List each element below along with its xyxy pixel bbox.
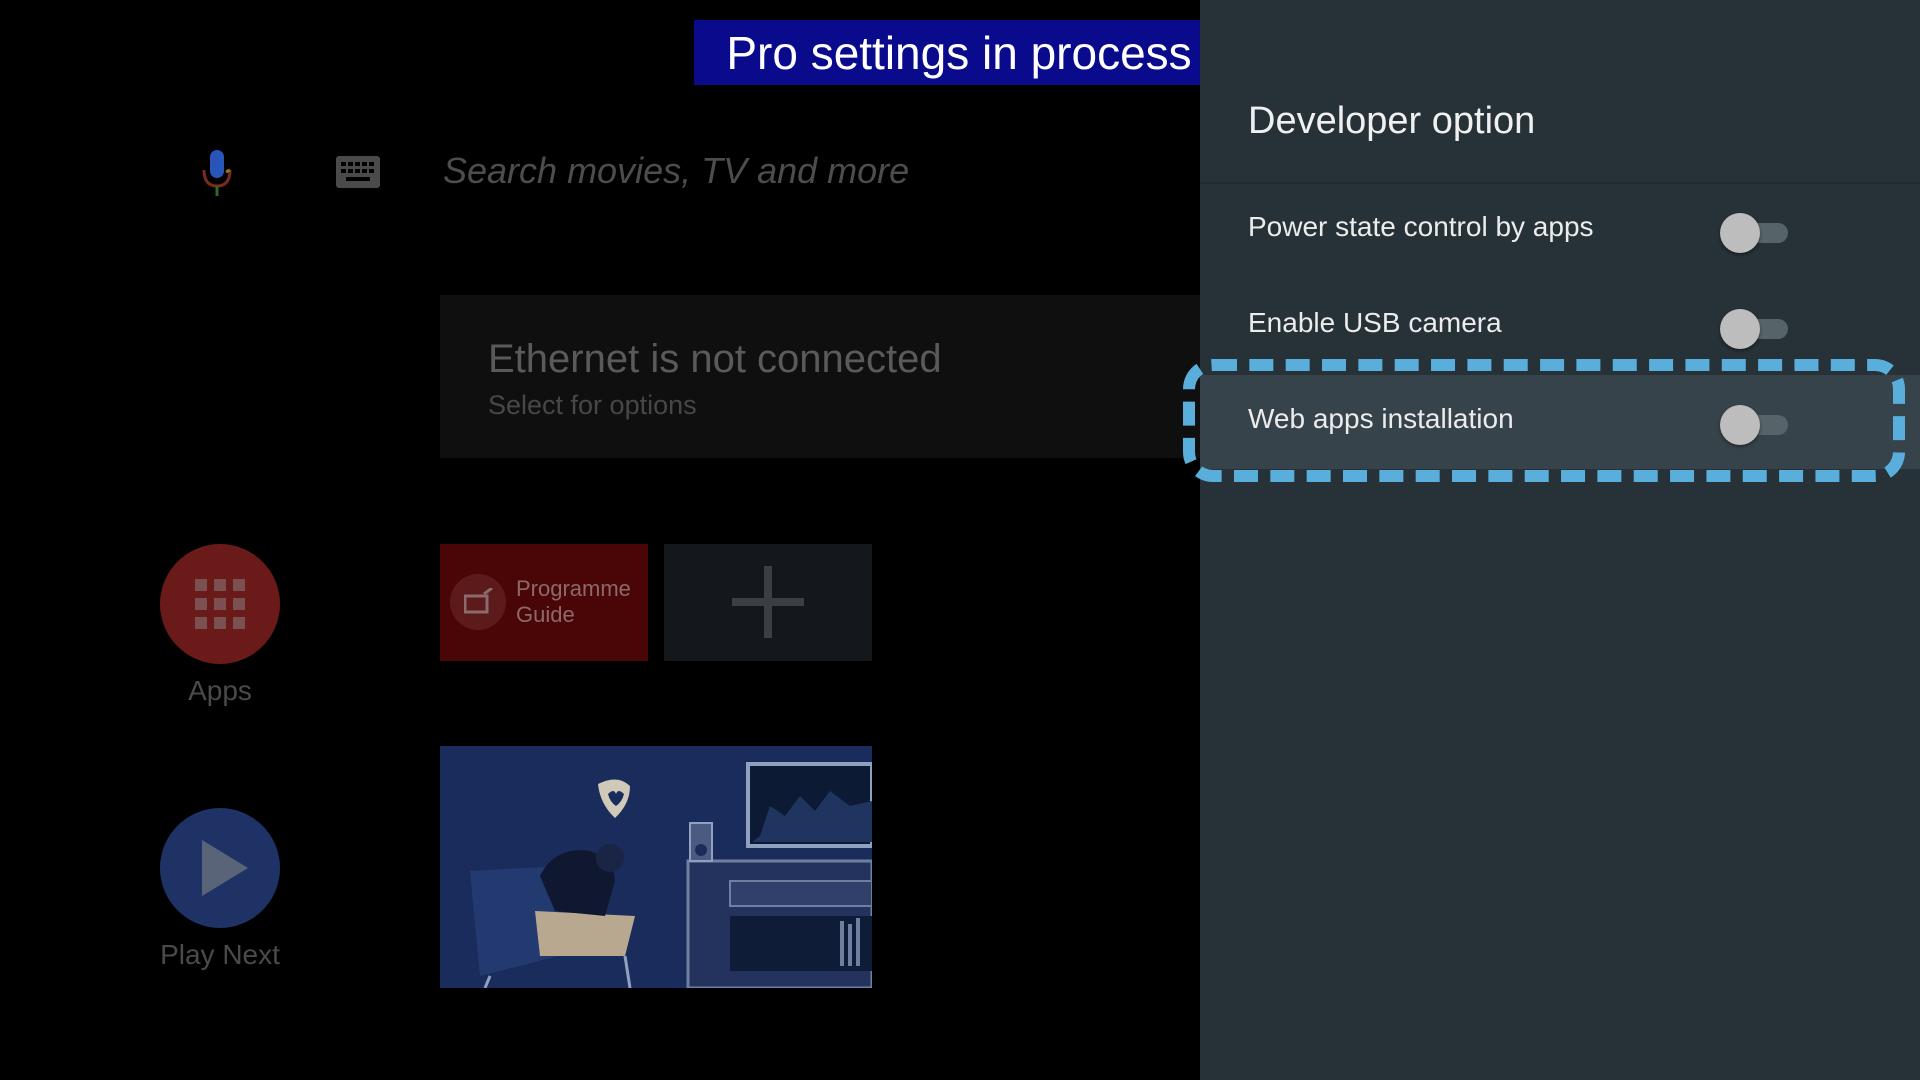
option-label: Power state control by apps	[1248, 211, 1594, 242]
mic-icon[interactable]	[200, 148, 234, 198]
toggle-thumb	[1720, 213, 1760, 253]
programme-guide-tile[interactable]: Programme Guide	[440, 544, 648, 661]
panel-header: Developer option	[1200, 0, 1920, 184]
search-input[interactable]: Search movies, TV and more	[443, 150, 909, 192]
play-next-label: Play Next	[160, 939, 280, 970]
plus-icon	[732, 566, 804, 638]
apps-button[interactable]	[160, 544, 280, 664]
developer-options-panel: Developer option Power state control by …	[1200, 0, 1920, 1080]
status-banner: Pro settings in process	[694, 20, 1224, 85]
keyboard-icon[interactable]	[336, 156, 380, 188]
usb-camera-toggle[interactable]	[1720, 309, 1790, 349]
programme-guide-label: Programme Guide	[516, 576, 631, 627]
ethernet-title: Ethernet is not connected	[488, 337, 942, 381]
option-power-state-control[interactable]: Power state control by apps	[1200, 183, 1920, 277]
home-screen: Search movies, TV and more Ethernet is n…	[0, 0, 1200, 1080]
content-preview-tile[interactable]	[440, 746, 872, 988]
focus-highlight-outline	[1183, 359, 1905, 482]
power-state-toggle[interactable]	[1720, 213, 1790, 253]
banner-text: Pro settings in process	[726, 26, 1192, 79]
panel-title: Developer option	[1248, 100, 1536, 142]
apps-label: Apps	[188, 675, 252, 706]
apps-grid-icon	[195, 579, 245, 629]
play-next-button[interactable]	[160, 808, 280, 928]
add-channel-tile[interactable]	[664, 544, 872, 661]
ethernet-subtitle: Select for options	[488, 390, 697, 420]
ethernet-status-card[interactable]: Ethernet is not connected Select for opt…	[440, 295, 1200, 458]
toggle-thumb	[1720, 309, 1760, 349]
living-room-illustration	[440, 746, 872, 988]
play-icon	[202, 840, 248, 896]
tv-guide-icon	[450, 574, 506, 630]
option-label: Enable USB camera	[1248, 307, 1502, 338]
